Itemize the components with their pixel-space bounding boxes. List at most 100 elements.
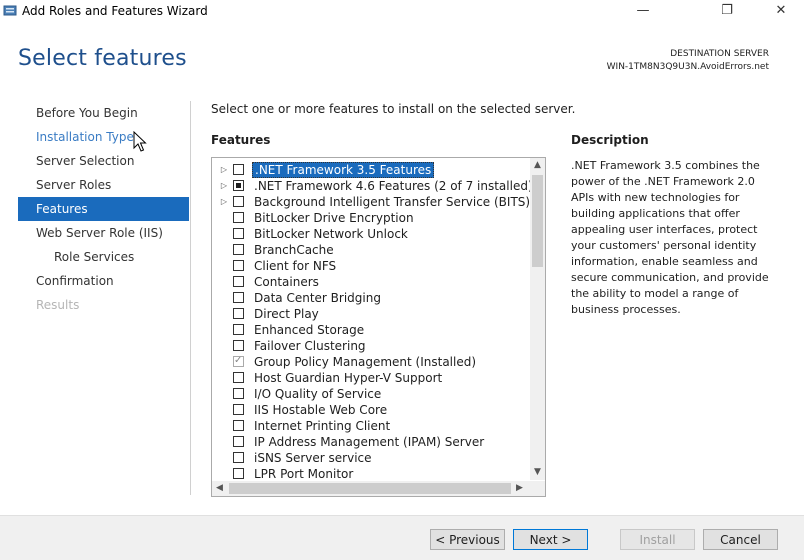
- vertical-scroll-thumb[interactable]: [532, 175, 543, 267]
- description-header: Description: [571, 133, 649, 147]
- feature-checkbox[interactable]: [233, 420, 244, 431]
- feature-checkbox[interactable]: [233, 340, 244, 351]
- maximize-icon[interactable]: ❐: [704, 0, 750, 24]
- feature-checkbox[interactable]: [233, 244, 244, 255]
- nav-item-role-services[interactable]: Role Services: [18, 245, 189, 269]
- feature-label: .NET Framework 3.5 Features: [252, 162, 435, 178]
- feature-row[interactable]: Failover Clustering: [212, 338, 530, 354]
- destination-server-label: DESTINATION SERVER: [670, 49, 769, 59]
- feature-checkbox[interactable]: [233, 452, 244, 463]
- feature-row[interactable]: IIS Hostable Web Core: [212, 402, 530, 418]
- scroll-right-icon[interactable]: ▶: [512, 481, 527, 496]
- destination-server-name: WIN-1TM8N3Q9U3N.AvoidErrors.net: [606, 62, 769, 72]
- feature-row[interactable]: I/O Quality of Service: [212, 386, 530, 402]
- feature-label: I/O Quality of Service: [254, 387, 382, 401]
- next-button[interactable]: Next >: [513, 529, 588, 550]
- feature-label: iSNS Server service: [254, 451, 372, 465]
- nav-item-installation-type[interactable]: Installation Type: [18, 125, 189, 149]
- expand-arrow-icon[interactable]: ▷: [219, 178, 229, 194]
- feature-checkbox[interactable]: [233, 324, 244, 335]
- feature-label: Data Center Bridging: [254, 291, 381, 305]
- feature-row[interactable]: Client for NFS: [212, 258, 530, 274]
- feature-checkbox[interactable]: [233, 228, 244, 239]
- feature-row[interactable]: BitLocker Network Unlock: [212, 226, 530, 242]
- feature-checkbox[interactable]: [233, 180, 244, 191]
- nav-item-features[interactable]: Features: [18, 197, 189, 221]
- scroll-up-icon[interactable]: ▲: [530, 158, 545, 173]
- feature-checkbox[interactable]: [233, 436, 244, 447]
- feature-checkbox[interactable]: [233, 404, 244, 415]
- feature-checkbox[interactable]: [233, 212, 244, 223]
- feature-checkbox[interactable]: [233, 308, 244, 319]
- feature-row[interactable]: iSNS Server service: [212, 450, 530, 466]
- horizontal-scroll-thumb[interactable]: [229, 483, 511, 494]
- feature-label: IIS Hostable Web Core: [254, 403, 388, 417]
- feature-checkbox[interactable]: [233, 292, 244, 303]
- feature-label: Enhanced Storage: [254, 323, 365, 337]
- feature-row[interactable]: ▷ Background Intelligent Transfer Service…: [212, 194, 530, 210]
- feature-label: Client for NFS: [254, 259, 337, 273]
- feature-row[interactable]: BranchCache: [212, 242, 530, 258]
- feature-row[interactable]: IP Address Management (IPAM) Server: [212, 434, 530, 450]
- feature-row[interactable]: Containers: [212, 274, 530, 290]
- scroll-down-icon[interactable]: ▼: [530, 465, 545, 480]
- feature-label: .NET Framework 4.6 Features (2 of 7 inst…: [254, 179, 533, 193]
- feature-checkbox[interactable]: [233, 260, 244, 271]
- scroll-left-icon[interactable]: ◀: [212, 481, 227, 496]
- feature-row[interactable]: ▷ .NET Framework 3.5 Features: [212, 162, 530, 178]
- feature-label: LPR Port Monitor: [254, 467, 354, 481]
- features-rows: ▷ .NET Framework 3.5 Features ▷ .NET Framew…: [212, 162, 533, 482]
- nav-item-before-you-begin[interactable]: Before You Begin: [18, 101, 189, 125]
- instruction-text: Select one or more features to install o…: [211, 102, 576, 116]
- page-title: Select features: [18, 46, 187, 71]
- nav-item-server-roles[interactable]: Server Roles: [18, 173, 189, 197]
- feature-label: BitLocker Drive Encryption: [254, 211, 414, 225]
- expand-arrow-icon[interactable]: ▷: [219, 194, 229, 210]
- nav-divider: [190, 101, 191, 495]
- feature-label: Failover Clustering: [254, 339, 366, 353]
- feature-checkbox[interactable]: [233, 388, 244, 399]
- feature-row[interactable]: Data Center Bridging: [212, 290, 530, 306]
- nav-item-web-server-role-iis[interactable]: Web Server Role (IIS): [18, 221, 189, 245]
- feature-checkbox[interactable]: [233, 276, 244, 287]
- feature-checkbox[interactable]: [233, 164, 244, 175]
- feature-checkbox[interactable]: [233, 468, 244, 479]
- feature-checkbox[interactable]: [233, 196, 244, 207]
- feature-label: Group Policy Management (Installed): [254, 355, 477, 369]
- feature-label: IP Address Management (IPAM) Server: [254, 435, 485, 449]
- close-icon[interactable]: ✕: [758, 0, 804, 24]
- features-header: Features: [211, 133, 271, 147]
- install-button[interactable]: Install: [620, 529, 695, 550]
- features-list[interactable]: ▷ .NET Framework 3.5 Features ▷ .NET Framew…: [211, 157, 546, 497]
- nav-item-results: Results: [36, 298, 80, 312]
- window-title: Add Roles and Features Wizard: [22, 4, 208, 18]
- feature-checkbox: [233, 353, 244, 369]
- nav-item-confirmation[interactable]: Confirmation: [18, 269, 189, 293]
- nav-item-server-selection[interactable]: Server Selection: [18, 149, 189, 173]
- mouse-cursor-icon: [133, 131, 147, 152]
- feature-label: Direct Play: [254, 307, 319, 321]
- vertical-scrollbar[interactable]: ▲ ▼: [530, 158, 545, 480]
- feature-row[interactable]: Internet Printing Client: [212, 418, 530, 434]
- feature-row[interactable]: Direct Play: [212, 306, 530, 322]
- feature-row[interactable]: Enhanced Storage: [212, 322, 530, 338]
- feature-checkbox[interactable]: [233, 372, 244, 383]
- feature-row[interactable]: BitLocker Drive Encryption: [212, 210, 530, 226]
- title-bar: Add Roles and Features Wizard — ❐ ✕: [0, 0, 804, 24]
- previous-button[interactable]: < Previous: [430, 529, 505, 550]
- minimize-icon[interactable]: —: [620, 0, 666, 24]
- horizontal-scrollbar[interactable]: ◀ ▶: [212, 481, 545, 496]
- cancel-button[interactable]: Cancel: [703, 529, 778, 550]
- feature-row[interactable]: Group Policy Management (Installed): [212, 353, 530, 370]
- wizard-navigation: Before You Begin Installation Type Server …: [18, 101, 189, 317]
- feature-row[interactable]: LPR Port Monitor: [212, 466, 530, 482]
- expand-arrow-icon[interactable]: ▷: [219, 162, 229, 178]
- feature-label: BranchCache: [254, 243, 334, 257]
- wizard-footer: < Previous Next > Install Cancel: [0, 515, 804, 560]
- feature-label: Host Guardian Hyper-V Support: [254, 371, 443, 385]
- server-manager-icon: [3, 5, 17, 16]
- feature-row[interactable]: ▷ .NET Framework 4.6 Features (2 of 7 ins…: [212, 178, 533, 194]
- feature-label: Containers: [254, 275, 319, 289]
- feature-row[interactable]: Host Guardian Hyper-V Support: [212, 370, 530, 386]
- description-text: .NET Framework 3.5 combines the power of…: [571, 159, 769, 316]
